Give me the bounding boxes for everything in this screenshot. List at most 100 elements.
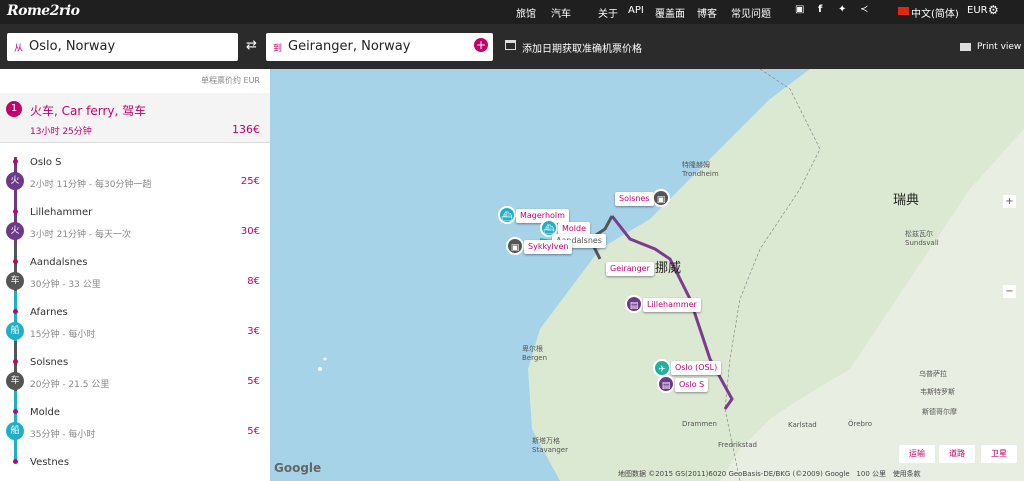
nav-coverage[interactable]: 覆盖面 xyxy=(655,5,685,20)
ferry-icon: 船 xyxy=(6,422,24,440)
segment-detail: 15分钟 - 每小时 xyxy=(30,330,96,340)
share-icon[interactable]: ≺ xyxy=(860,4,868,15)
city-label: 卑尔根 Bergen xyxy=(522,345,548,362)
segment-detail: 2小时 11分钟 - 每30分钟一趟 xyxy=(30,180,152,190)
map[interactable]: 挪威 瑞典 特隆赫姆 Trondheim 卑尔根 Bergen 斯塔万格 Stavan… xyxy=(270,69,1024,481)
segment-price: 5€ xyxy=(247,426,260,437)
city-label: 斯塔万格 Stavanger xyxy=(532,437,568,454)
map-copyright: 地图数据 ©2015 GS(2011)6020 GeoBasis-DE/BKG … xyxy=(618,470,921,478)
scale-label: 100 公里 xyxy=(856,470,886,478)
top-bar: Rome2rio 旅馆 汽车 关于 API 覆盖面 博客 常见问题 ▣ f ✦ … xyxy=(0,0,1024,24)
train-icon: 火 xyxy=(6,222,24,240)
map-type-transit[interactable]: 运输 xyxy=(899,445,935,463)
city-label: 松兹瓦尔 Sundsvall xyxy=(905,230,939,247)
calendar-icon[interactable] xyxy=(505,40,516,50)
stop-dot xyxy=(13,459,18,464)
print-icon[interactable] xyxy=(960,43,971,51)
stop-dot xyxy=(13,409,18,414)
nav-api[interactable]: API xyxy=(628,5,644,16)
train-marker-icon[interactable]: ▤ xyxy=(625,295,643,313)
to-field[interactable]: 到 Geiranger, Norway xyxy=(266,33,493,61)
currency-select[interactable]: EUR xyxy=(967,5,988,16)
google-logo: Google xyxy=(274,461,322,475)
segment-detail: 35分钟 - 每小时 xyxy=(30,430,96,440)
city-label: Drammen xyxy=(682,420,717,428)
country-label-sweden: 瑞典 xyxy=(893,193,920,208)
stop-name[interactable]: Lillehammer xyxy=(30,207,92,218)
city-label: 特隆赫姆 Trondheim xyxy=(682,161,719,178)
segment-price: 30€ xyxy=(240,226,260,237)
stop-dot xyxy=(13,259,18,264)
marker-oslo-s[interactable]: Oslo S xyxy=(675,378,709,392)
stop-dot xyxy=(13,159,18,164)
nav-about[interactable]: 关于 xyxy=(598,5,618,20)
segment-price: 3€ xyxy=(247,326,260,337)
segment-price: 25€ xyxy=(240,176,260,187)
from-prefix: 从 xyxy=(14,44,24,54)
gear-icon[interactable]: ⚙ xyxy=(988,3,999,17)
segment-detail: 20分钟 - 21.5 公里 xyxy=(30,380,110,390)
marker-solsnes[interactable]: Solsnes xyxy=(615,192,654,206)
ferry-marker-icon[interactable]: ⛴ xyxy=(498,206,516,224)
nav-faq[interactable]: 常见问题 xyxy=(731,5,771,20)
nav-hotels[interactable]: 旅馆 xyxy=(516,5,536,20)
stop-name[interactable]: Vestnes xyxy=(30,457,69,468)
flag-cn-icon xyxy=(898,7,909,15)
stop-name[interactable]: Molde xyxy=(30,407,60,418)
city-label: 韦斯特罗斯 xyxy=(920,388,955,396)
language-select[interactable]: 中文(简体) xyxy=(911,5,959,20)
facebook-icon[interactable]: f xyxy=(818,4,822,15)
add-destination-button[interactable]: + xyxy=(474,38,488,52)
segment-price: 5€ xyxy=(247,376,260,387)
city-label: Karlstad xyxy=(788,421,817,429)
chat-icon[interactable]: ▣ xyxy=(795,4,804,15)
add-date-link[interactable]: 添加日期获取准确机票价格 xyxy=(522,40,642,55)
swap-icon[interactable]: ⇄ xyxy=(246,38,257,53)
train-icon: 火 xyxy=(6,172,24,190)
stop-name[interactable]: Aandalsnes xyxy=(30,257,87,268)
stop-dot xyxy=(13,209,18,214)
country-label-norway: 挪威 xyxy=(655,261,682,276)
stop-name[interactable]: Solsnes xyxy=(30,357,68,368)
terms-link[interactable]: 使用条款 xyxy=(893,470,921,478)
sidebar: 单程票价约 EUR 1 火车, Car ferry, 驾车 13小时 25分钟 … xyxy=(0,69,270,481)
city-label: 斯德哥尔摩 xyxy=(922,408,957,416)
stop-name[interactable]: Oslo S xyxy=(30,157,62,168)
stop-dot xyxy=(13,359,18,364)
zoom-in-button[interactable]: + xyxy=(1003,195,1016,208)
car-marker-icon[interactable]: ▣ xyxy=(652,189,670,207)
ferry-icon: 船 xyxy=(6,322,24,340)
marker-oslo-osl[interactable]: Oslo (OSL) xyxy=(671,361,722,375)
zoom-out-button[interactable]: − xyxy=(1003,285,1016,298)
city-label: Fredrikstad xyxy=(718,441,757,449)
print-view-link[interactable]: Print view xyxy=(977,42,1021,52)
car-marker-icon[interactable]: ▣ xyxy=(506,237,524,255)
marker-lillehammer[interactable]: Lillehammer xyxy=(643,298,701,312)
train-marker-icon[interactable]: ▤ xyxy=(657,375,675,393)
stop-dot xyxy=(13,309,18,314)
from-field[interactable]: 从 Oslo, Norway xyxy=(7,33,238,61)
route-number: 1 xyxy=(6,101,22,117)
to-input[interactable]: Geiranger, Norway xyxy=(288,39,410,54)
logo[interactable]: Rome2rio xyxy=(7,3,80,19)
marker-geiranger[interactable]: Geiranger xyxy=(606,262,654,276)
map-type-satellite[interactable]: 卫星 xyxy=(981,445,1017,463)
marker-sykkylven[interactable]: Sykkylven xyxy=(524,240,573,254)
map-type-roads[interactable]: 道路 xyxy=(939,445,975,463)
segment-price: 8€ xyxy=(247,276,260,287)
route-price: 136€ xyxy=(232,123,260,136)
segment-detail: 30分钟 - 33 公里 xyxy=(30,280,101,290)
route-option[interactable]: 1 火车, Car ferry, 驾车 13小时 25分钟 136€ xyxy=(0,93,270,143)
to-prefix: 到 xyxy=(273,44,283,54)
city-label: Örebro xyxy=(848,420,872,428)
airport-marker-icon[interactable]: ✈ xyxy=(653,359,671,377)
nav-cars[interactable]: 汽车 xyxy=(551,5,571,20)
route-duration: 13小时 25分钟 xyxy=(30,127,92,137)
route-title[interactable]: 火车, Car ferry, 驾车 xyxy=(30,102,146,119)
price-header: 单程票价约 EUR xyxy=(200,76,260,85)
twitter-icon[interactable]: ✦ xyxy=(838,4,846,15)
car-icon: 车 xyxy=(6,372,24,390)
nav-blog[interactable]: 博客 xyxy=(697,5,717,20)
from-input[interactable]: Oslo, Norway xyxy=(29,39,115,54)
stop-name[interactable]: Afarnes xyxy=(30,307,68,318)
